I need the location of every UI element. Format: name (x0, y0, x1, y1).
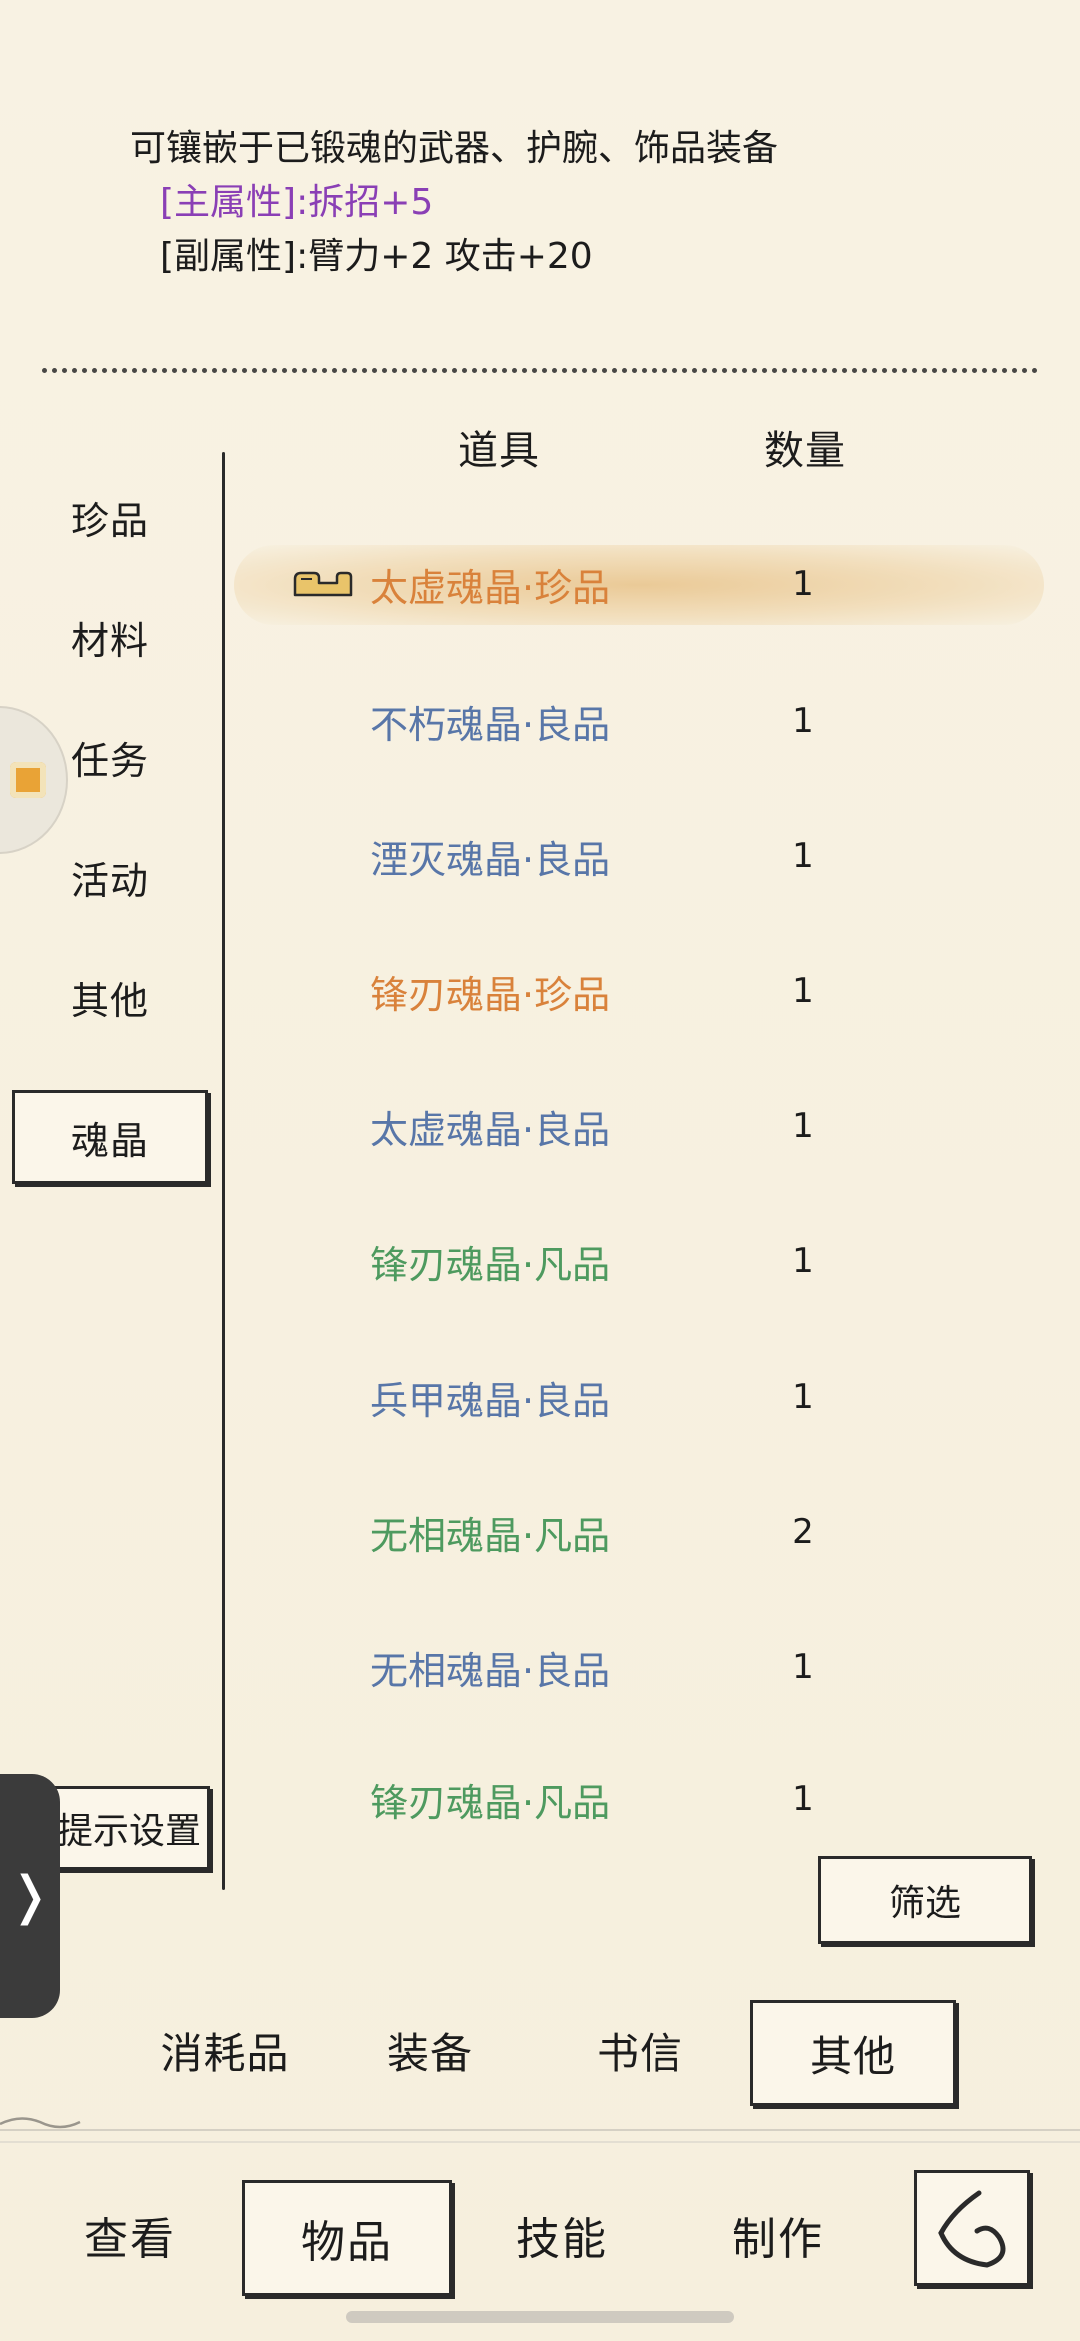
home-indicator (346, 2311, 734, 2323)
item-name: 无相魂晶·良品 (370, 1648, 611, 1693)
item-quantity: 1 (792, 1779, 814, 1819)
item-row[interactable]: 锋刃魂晶·珍品 1 (234, 944, 1044, 1038)
item-quantity: 1 (792, 564, 814, 604)
item-row[interactable]: 无相魂晶·凡品 2 (234, 1485, 1044, 1579)
item-name: 不朽魂晶·良品 (370, 702, 611, 747)
item-quantity: 2 (792, 1512, 814, 1552)
wavy-divider (0, 2117, 1080, 2143)
category-treasure[interactable]: 珍品 (12, 470, 208, 564)
item-name: 锋刃魂晶·凡品 (370, 1242, 611, 1287)
tab-equipment[interactable]: 装备 (360, 2000, 500, 2100)
inventory-screen: 可镶嵌于已锻魂的武器、护腕、饰品装备 [主属性]:拆招+5 [副属性]:臂力+2… (0, 0, 1080, 2341)
item-quantity: 1 (792, 836, 814, 876)
tab-other[interactable]: 其他 (750, 2000, 956, 2106)
item-quantity: 1 (792, 701, 814, 741)
side-expand-tab[interactable]: ❭ (0, 1774, 60, 2018)
item-description: 可镶嵌于已锻魂的武器、护腕、饰品装备 [主属性]:拆招+5 [副属性]:臂力+2… (130, 122, 1030, 284)
item-row[interactable]: 兵甲魂晶·良品 1 (234, 1350, 1044, 1444)
sub-attribute: [副属性]:臂力+2 攻击+20 (160, 236, 593, 277)
item-quantity: 1 (792, 1377, 814, 1417)
item-name: 无相魂晶·凡品 (370, 1513, 611, 1558)
item-quantity: 1 (792, 1106, 814, 1146)
back-button[interactable] (914, 2170, 1030, 2286)
nav-crafting[interactable]: 制作 (708, 2180, 848, 2290)
item-row[interactable]: 无相魂晶·良品 1 (234, 1620, 1044, 1714)
nav-items[interactable]: 物品 (242, 2180, 452, 2296)
nav-skills[interactable]: 技能 (492, 2180, 632, 2290)
inventory-type-tabs: 消耗品 装备 书信 其他 (0, 2000, 1080, 2106)
hint-settings-button[interactable]: 提示设置 (48, 1786, 210, 1870)
nav-view[interactable]: 查看 (60, 2180, 200, 2290)
main-attribute: [主属性]:拆招+5 (160, 182, 434, 223)
item-name: 锋刃魂晶·凡品 (370, 1780, 611, 1825)
item-name: 兵甲魂晶·良品 (370, 1378, 611, 1423)
dotted-divider (42, 368, 1038, 373)
column-header-item: 道具 (458, 428, 540, 474)
column-header-quantity: 数量 (764, 428, 846, 474)
item-quantity: 1 (792, 1647, 814, 1687)
column-divider (222, 452, 225, 1890)
tab-letters[interactable]: 书信 (570, 2000, 710, 2100)
item-row[interactable]: 不朽魂晶·良品 1 (234, 674, 1044, 768)
item-summary: 可镶嵌于已锻魂的武器、护腕、饰品装备 (130, 128, 779, 169)
item-row[interactable]: 太虚魂晶·良品 1 (234, 1079, 1044, 1173)
item-quantity: 1 (792, 1241, 814, 1281)
category-quest[interactable]: 任务 (12, 710, 208, 804)
chevron-right-icon: ❭ (8, 1866, 52, 1926)
category-other[interactable]: 其他 (12, 950, 208, 1044)
item-quantity: 1 (792, 971, 814, 1011)
category-event[interactable]: 活动 (12, 830, 208, 924)
tab-consumables[interactable]: 消耗品 (140, 2000, 310, 2100)
back-swirl-icon (938, 2190, 1006, 2268)
item-row[interactable]: 湮灭魂晶·良品 1 (234, 809, 1044, 903)
equipped-icon (293, 571, 353, 597)
item-name: 湮灭魂晶·良品 (370, 837, 611, 882)
item-name: 太虚魂晶·珍品 (370, 565, 611, 610)
item-row[interactable]: 锋刃魂晶·凡品 1 (234, 1752, 1044, 1846)
category-materials[interactable]: 材料 (12, 590, 208, 684)
item-row[interactable]: 太虚魂晶·珍品 1 (234, 537, 1044, 631)
item-name: 太虚魂晶·良品 (370, 1107, 611, 1152)
item-name: 锋刃魂晶·珍品 (370, 972, 611, 1017)
item-row[interactable]: 锋刃魂晶·凡品 1 (234, 1214, 1044, 1308)
category-soul-crystal[interactable]: 魂晶 (12, 1090, 208, 1184)
filter-button[interactable]: 筛选 (818, 1856, 1032, 1944)
